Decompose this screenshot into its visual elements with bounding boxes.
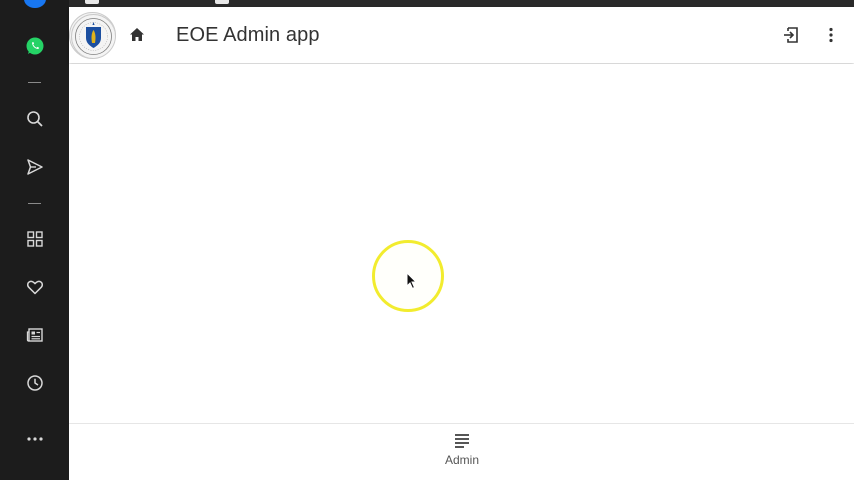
home-button[interactable] — [127, 25, 147, 45]
more-vert-icon — [829, 27, 833, 43]
browser-tab-strip — [69, 0, 854, 7]
sidebar-divider — [28, 203, 41, 204]
history-clock-icon[interactable] — [22, 370, 48, 396]
news-icon[interactable] — [22, 322, 48, 348]
page-title: EOE Admin app — [176, 24, 320, 46]
search-icon[interactable] — [22, 106, 48, 132]
send-icon[interactable] — [22, 154, 48, 180]
mouse-cursor-icon — [406, 272, 418, 290]
bottom-navigation: Admin — [69, 423, 854, 480]
more-horizontal-icon[interactable] — [22, 426, 48, 452]
grid-icon[interactable] — [22, 226, 48, 252]
whatsapp-icon[interactable] — [22, 33, 48, 59]
main-content — [69, 64, 854, 423]
app-window: EOE Admin app Admin — [69, 7, 854, 480]
messenger-icon[interactable] — [24, 0, 46, 8]
massachusetts-seal-logo — [69, 12, 116, 59]
browser-sidebar — [0, 0, 69, 480]
nav-item-admin[interactable]: Admin — [437, 432, 487, 472]
tab-indicator[interactable] — [215, 0, 229, 4]
app-header: EOE Admin app — [69, 7, 854, 63]
more-options-button[interactable] — [821, 25, 841, 45]
tab-indicator[interactable] — [85, 0, 99, 4]
logout-icon — [784, 27, 798, 43]
heart-icon[interactable] — [22, 274, 48, 300]
home-icon — [130, 28, 144, 41]
sidebar-divider — [28, 82, 41, 83]
notes-lines-icon — [455, 434, 469, 448]
logout-button[interactable] — [781, 25, 801, 45]
nav-item-label: Admin — [444, 453, 479, 467]
screen: EOE Admin app Admin — [0, 0, 854, 480]
